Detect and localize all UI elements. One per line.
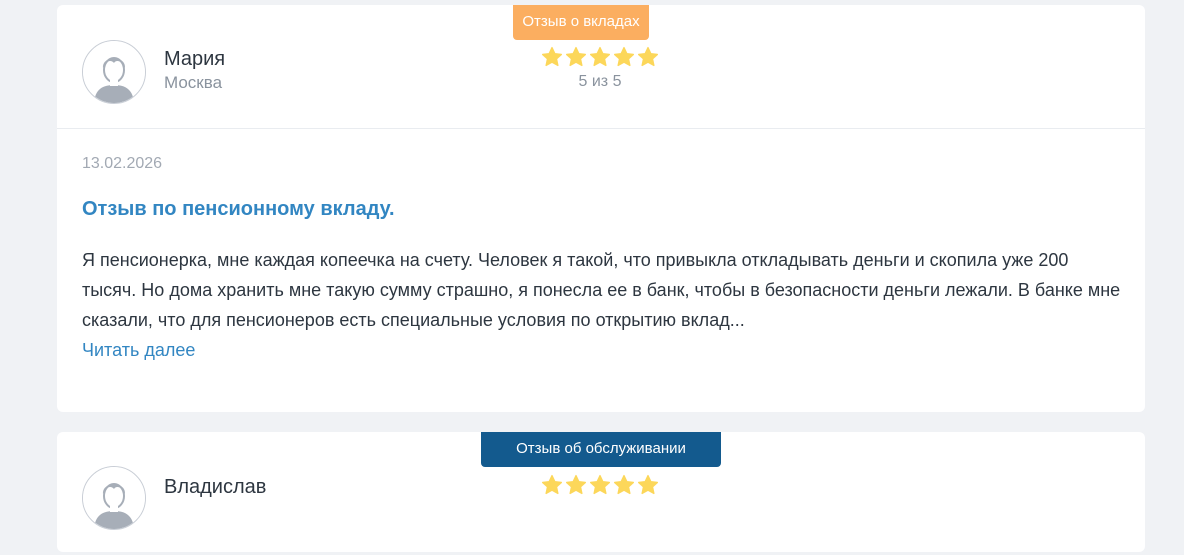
rating-block: 5 из 5 [540, 46, 660, 91]
review-text: Я пенсионерка, мне каждая копеечка на сч… [82, 250, 1121, 330]
user-avatar-icon [82, 40, 146, 104]
star-icon [541, 474, 563, 495]
rating-block [540, 474, 660, 496]
star-icon [565, 46, 587, 67]
review-card: Отзыв о вкладах Мария Москва 5 из 5 13.0… [57, 5, 1145, 412]
header-divider [57, 128, 1145, 129]
star-rating [540, 474, 660, 496]
star-icon [565, 474, 587, 495]
star-icon [613, 46, 635, 67]
star-rating [540, 46, 660, 68]
author-name: Владислав [164, 476, 267, 498]
author-city: Москва [164, 73, 223, 92]
star-icon [541, 46, 563, 67]
review-body: Я пенсионерка, мне каждая копеечка на сч… [82, 245, 1122, 365]
star-icon [637, 46, 659, 67]
author-name: Мария [164, 48, 226, 70]
review-date: 13.02.2026 [82, 155, 163, 172]
read-more-link[interactable]: Читать далее [82, 335, 195, 365]
review-card: Отзыв об обслуживании Владислав [57, 432, 1145, 552]
star-icon [589, 474, 611, 495]
review-header: Мария Москва 5 из 5 [57, 5, 1145, 128]
user-avatar-icon [82, 466, 146, 530]
rating-score: 5 из 5 [578, 73, 622, 90]
star-icon [589, 46, 611, 67]
review-title: Отзыв по пенсионному вкладу. [82, 198, 395, 220]
review-header: Владислав [57, 432, 1145, 555]
star-icon [637, 474, 659, 495]
star-icon [613, 474, 635, 495]
